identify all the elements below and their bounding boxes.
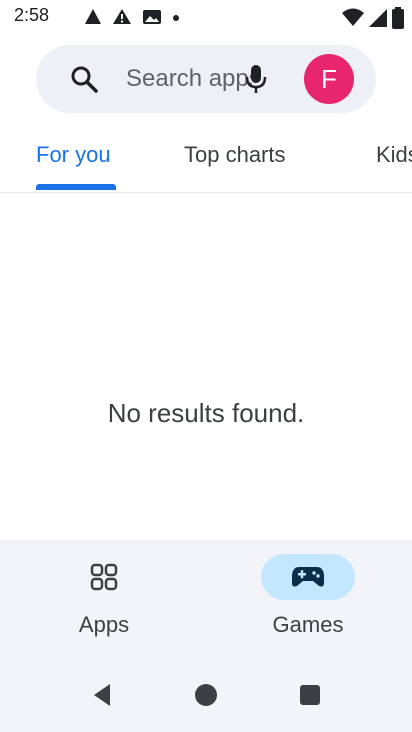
notification-alert-icon (113, 9, 131, 24)
nav-games-icon-container (261, 554, 355, 600)
search-icon[interactable] (70, 65, 98, 93)
tab-kids[interactable]: Kids (376, 142, 412, 168)
play-store-screen: 2:58 F For you Top charts (0, 0, 412, 732)
avatar-initial: F (321, 63, 337, 94)
notification-gallery-icon (143, 10, 161, 24)
nav-apps-icon-container (57, 554, 151, 600)
battery-icon (392, 7, 404, 29)
gamepad-icon (292, 567, 324, 587)
nav-apps-button[interactable]: Apps (44, 554, 164, 654)
notification-dot-icon (173, 15, 179, 21)
account-avatar[interactable]: F (304, 54, 354, 104)
category-tabs: For you Top charts Kids (0, 130, 412, 193)
status-time: 2:58 (14, 5, 50, 25)
status-notification-icons (84, 8, 180, 26)
mic-icon[interactable] (244, 63, 268, 95)
wifi-icon (342, 8, 364, 26)
recents-icon[interactable] (298, 682, 322, 708)
nav-games-button[interactable]: Games (248, 554, 368, 654)
no-results-message: No results found. (107, 398, 305, 428)
tab-for-you[interactable]: For you (36, 142, 111, 168)
bottom-navigation: Apps Games (0, 540, 412, 660)
apps-grid-icon (90, 563, 118, 591)
search-input[interactable] (126, 63, 252, 95)
notification-warning-icon (85, 9, 101, 24)
selected-tab-indicator (36, 184, 116, 190)
nav-games-label: Games (272, 612, 344, 637)
back-icon[interactable] (90, 682, 114, 708)
search-bar[interactable]: F (36, 45, 376, 113)
status-system-icons (342, 7, 404, 29)
system-navigation-bar (0, 660, 412, 732)
nav-apps-label: Apps (78, 612, 130, 637)
home-icon[interactable] (194, 682, 218, 708)
cellular-signal-icon (369, 9, 387, 27)
status-bar: 2:58 (0, 0, 412, 36)
tab-top-charts[interactable]: Top charts (184, 142, 286, 168)
